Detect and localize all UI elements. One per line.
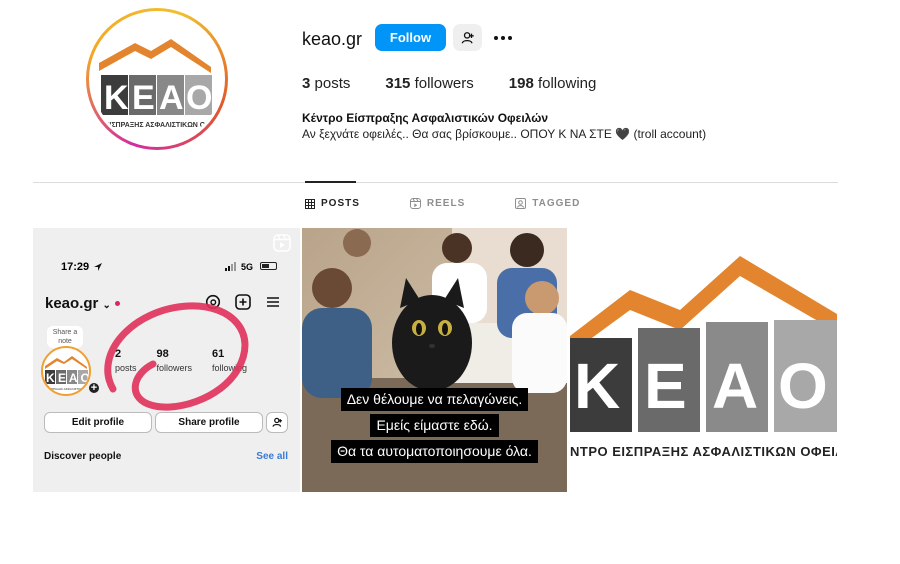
signal-icon: [225, 262, 236, 271]
notification-dot: [115, 301, 120, 306]
phone-stats: 2 posts 98 followers 61 following: [115, 348, 267, 373]
profile-username: keao.gr: [302, 29, 363, 49]
keao-logo: K E A O ΕΙΣΠΡΑΞΗΣ ΑΣΦΑΛΙΣΤΙΚΩΝ Ο: [99, 39, 212, 129]
more-options-button[interactable]: [490, 24, 516, 51]
tagged-icon: [515, 198, 527, 209]
profile-stats: 3 posts 315 followers 198 following: [302, 75, 631, 92]
following-label: following: [537, 75, 597, 92]
followers-count: 315: [385, 75, 411, 92]
active-tab-indicator: [305, 181, 356, 183]
suggested-accounts-button[interactable]: [453, 24, 482, 51]
phone-username-text: keao.gr: [45, 295, 99, 312]
phone-header-icons: [205, 294, 281, 310]
tab-reels-label: REELS: [426, 198, 466, 209]
add-story-icon: +: [87, 381, 101, 395]
tabs-divider: [33, 182, 838, 183]
threads-icon: [205, 294, 221, 310]
phone-edit-profile-button: Edit profile: [44, 412, 152, 433]
posts-count: 3: [302, 75, 311, 92]
location-arrow-icon: [94, 263, 102, 271]
phone-add-person-icon: [271, 417, 282, 427]
post-thumbnail-1[interactable]: 17:29 5G keao.gr ⌄ Share a note K E A O …: [33, 228, 300, 492]
phone-username: keao.gr ⌄: [45, 295, 111, 312]
reels-icon: [409, 198, 421, 209]
large-logo-caption: ΝΤΡΟ ΕΙΣΠΡΑΞΗΣ ΑΣΦΑΛΙΣΤΙΚΩΝ ΟΦΕΙΛ: [570, 444, 837, 459]
network-label: 5G: [241, 262, 254, 272]
phone-discover-people: Discover people: [44, 451, 122, 462]
followers-stat[interactable]: 315 followers: [385, 75, 473, 92]
large-logo-letter-k: K: [574, 350, 620, 422]
posts-stat: 3 posts: [302, 75, 350, 92]
large-logo-letter-e: E: [644, 350, 687, 422]
phone-avatar-logo: K E A O ΕΙΣΠΡΑΞΗΣ ΑΣΦΑΛΙΣΤΙΚΩΝ: [45, 356, 89, 391]
menu-icon: [267, 297, 279, 307]
followers-label: followers: [414, 75, 474, 92]
logo-letter-e: E: [132, 79, 155, 117]
phone-following-count: 61: [212, 348, 225, 360]
phone-logo-letters: K E A O: [46, 371, 89, 385]
profile-bio: Αν ξεχνάτε οφειλές.. Θα σας βρίσκουμε.. …: [302, 127, 707, 141]
tab-posts[interactable]: POSTS: [305, 198, 360, 209]
meme-caption: Δεν θέλουμε να πελαγώνεις. Εμείς είμαστε…: [302, 388, 567, 463]
phone-followers-count: 98: [156, 348, 169, 360]
large-logo-letter-a: A: [712, 350, 758, 422]
battery-icon: [260, 262, 277, 270]
phone-followers-stat: 98 followers: [157, 348, 193, 373]
large-logo-letter-o: O: [778, 350, 828, 422]
phone-avatar-subtitle: ΕΙΣΠΡΑΞΗΣ ΑΣΦΑΛΙΣΤΙΚΩΝ: [46, 387, 85, 391]
phone-following-stat: 61 following: [212, 348, 247, 373]
tab-tagged[interactable]: TAGGED: [515, 198, 580, 209]
phone-see-all-link: See all: [256, 451, 288, 462]
logo-letter-k: K: [104, 79, 129, 117]
post-thumbnail-3[interactable]: K E A O ΝΤΡΟ ΕΙΣΠΡΑΞΗΣ ΑΣΦΑΛΙΣΤΙΚΩΝ ΟΦΕΙ…: [570, 228, 837, 492]
reel-badge-icon: [273, 234, 291, 252]
share-note-bubble: Share a note: [47, 326, 83, 348]
phone-followers-label: followers: [156, 363, 193, 373]
phone-time: 17:29: [61, 261, 90, 273]
chevron-down-icon: ⌄: [102, 300, 111, 311]
posts-label: posts: [314, 75, 351, 92]
phone-avatar: K E A O ΕΙΣΠΡΑΞΗΣ ΑΣΦΑΛΙΣΤΙΚΩΝ: [41, 346, 91, 396]
logo-subtitle: ΕΙΣΠΡΑΞΗΣ ΑΣΦΑΛΙΣΤΙΚΩΝ Ο: [105, 122, 206, 129]
phone-posts-stat: 2 posts: [115, 348, 137, 373]
meme-caption-line: Δεν θέλουμε να πελαγώνεις.: [340, 388, 529, 411]
follow-button[interactable]: Follow: [375, 24, 446, 51]
following-count: 198: [508, 75, 534, 92]
phone-following-label: following: [212, 363, 248, 373]
phone-share-profile-button: Share profile: [155, 412, 263, 433]
create-icon: [235, 294, 251, 310]
phone-add-person-button: [266, 412, 288, 433]
logo-letter-o: O: [186, 79, 212, 117]
phone-posts-label: posts: [115, 363, 137, 373]
following-stat[interactable]: 198 following: [509, 75, 597, 92]
phone-posts-count: 2: [115, 348, 122, 360]
grid-icon: [305, 198, 315, 209]
logo-letter-a: A: [159, 79, 184, 117]
profile-tabs: POSTS REELS TAGGED: [305, 198, 630, 209]
post-thumbnail-2[interactable]: Δεν θέλουμε να πελαγώνεις. Εμείς είμαστε…: [302, 228, 567, 492]
tab-reels[interactable]: REELS: [409, 198, 466, 209]
meme-caption-line: Θα τα αυτοματοποιησουμε όλα.: [331, 440, 538, 463]
profile-avatar[interactable]: K E A O ΕΙΣΠΡΑΞΗΣ ΑΣΦΑΛΙΣΤΙΚΩΝ Ο: [86, 8, 228, 150]
more-dots-icon: [494, 35, 512, 40]
add-person-icon: [461, 31, 474, 44]
tab-tagged-label: TAGGED: [532, 198, 581, 209]
profile-full-name: Κέντρο Είσπραξης Ασφαλιστικών Οφειλών: [302, 111, 548, 125]
meme-caption-line: Εμείς είμαστε εδώ.: [370, 414, 499, 437]
tab-posts-label: POSTS: [321, 198, 360, 209]
